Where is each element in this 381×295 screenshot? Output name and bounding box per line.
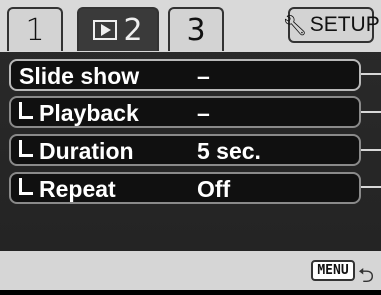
row-value: 5 sec. <box>197 138 261 164</box>
wrench-icon: 🔧︎ <box>282 14 308 37</box>
tab-1[interactable]: 1 <box>7 7 63 51</box>
row-label: Repeat <box>39 176 116 202</box>
tab-1-label: 1 <box>25 12 45 48</box>
tab-bar: 1 2 3 🔧︎ SETUP <box>0 0 381 52</box>
tab-playback-2[interactable]: 2 <box>77 7 159 51</box>
playback-icon <box>93 20 118 40</box>
menu-row-slide-show[interactable]: Slide show – <box>9 59 361 91</box>
row-connector <box>361 111 381 113</box>
row-label-wrap: Repeat <box>19 176 116 203</box>
menu-row-playback[interactable]: Playback – <box>9 96 361 128</box>
tab-3[interactable]: 3 <box>168 7 224 51</box>
setup-tab[interactable]: 🔧︎ SETUP <box>282 7 380 43</box>
row-value: Off <box>197 176 231 202</box>
row-label: Playback <box>39 100 139 126</box>
row-label-wrap: Duration <box>19 138 134 165</box>
row-value: – <box>197 63 210 89</box>
menu-row-duration[interactable]: Duration 5 sec. <box>9 134 361 166</box>
bottom-bar: MENU ⮌ <box>0 251 381 290</box>
camera-menu-screen: 1 2 3 🔧︎ SETUP Slide show – Playback – D… <box>0 0 381 290</box>
row-label: Slide show <box>19 63 140 89</box>
menu-row-repeat[interactable]: Repeat Off <box>9 172 361 204</box>
row-connector <box>361 186 381 188</box>
submenu-marker-icon <box>19 102 33 119</box>
tab-3-label: 3 <box>186 12 206 48</box>
row-connector <box>361 149 381 151</box>
menu-button[interactable]: MENU <box>311 260 355 281</box>
submenu-marker-icon <box>19 140 33 157</box>
row-value: – <box>197 100 210 126</box>
row-connector <box>361 73 381 75</box>
row-label: Duration <box>39 138 134 164</box>
row-label-wrap: Playback <box>19 100 139 127</box>
submenu-marker-icon <box>19 178 33 195</box>
setup-label: SETUP <box>309 13 380 36</box>
tab-2-label: 2 <box>123 12 143 48</box>
